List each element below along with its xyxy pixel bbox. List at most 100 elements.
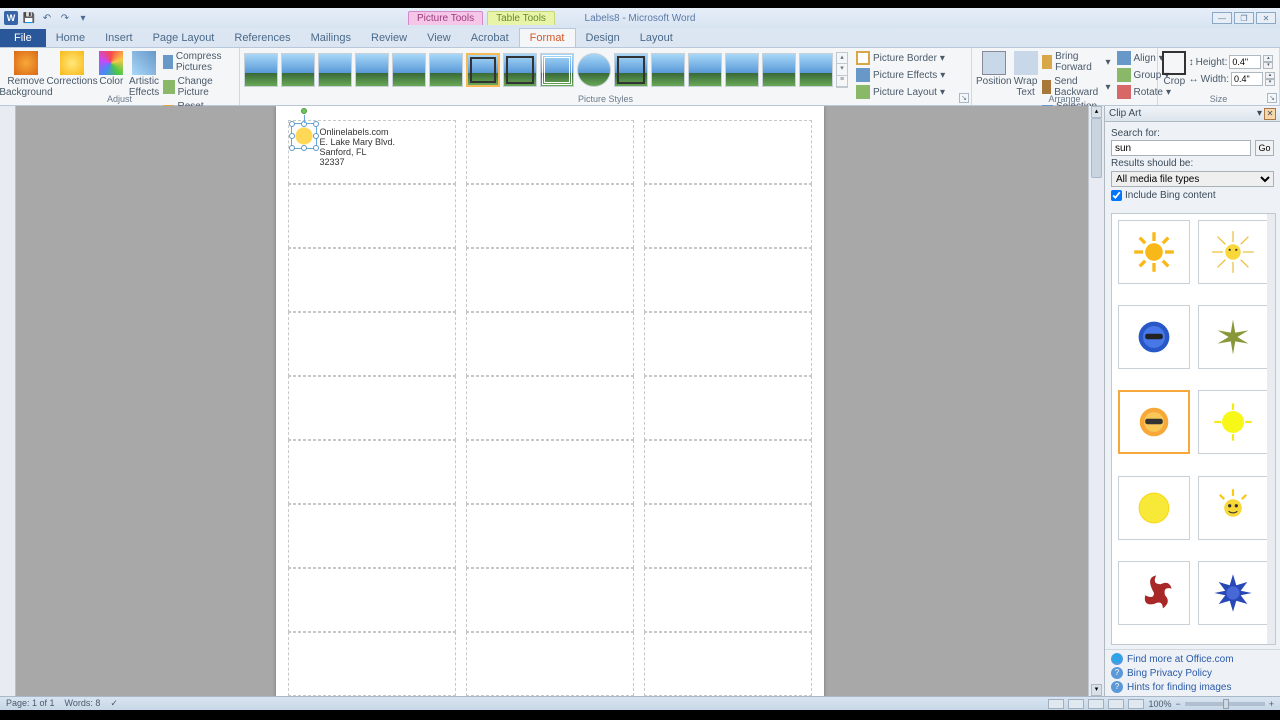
zoom-value[interactable]: 100%	[1148, 699, 1171, 709]
tab-format[interactable]: Format	[519, 28, 576, 47]
find-more-link[interactable]: 🌐Find more at Office.com	[1111, 652, 1274, 666]
label-cell[interactable]	[288, 568, 456, 632]
width-input[interactable]	[1231, 72, 1263, 86]
include-bing-checkbox[interactable]	[1111, 190, 1122, 201]
clipart-result[interactable]	[1198, 220, 1270, 284]
qat-more-icon[interactable]: ▾	[76, 11, 90, 25]
tab-file[interactable]: File	[0, 29, 46, 47]
document-area[interactable]: Onlinelabels.com E. Lake Mary Blvd. Sanf…	[0, 106, 1104, 696]
label-cell[interactable]	[288, 632, 456, 696]
scroll-down-icon[interactable]: ▾	[1091, 684, 1102, 696]
status-words[interactable]: Words: 8	[65, 698, 101, 709]
zoom-in-icon[interactable]: +	[1269, 699, 1274, 709]
corrections-button[interactable]: Corrections	[50, 50, 94, 87]
picture-styles-gallery[interactable]: ▴▾≡	[244, 50, 848, 88]
hints-link[interactable]: ?Hints for finding images	[1111, 680, 1274, 694]
tab-design[interactable]: Design	[576, 29, 630, 47]
go-button[interactable]: Go	[1255, 140, 1274, 156]
status-page[interactable]: Page: 1 of 1	[6, 698, 55, 709]
label-cell[interactable]	[644, 376, 812, 440]
style-item[interactable]	[725, 53, 759, 87]
clipart-result[interactable]	[1198, 390, 1270, 454]
style-item[interactable]	[688, 53, 722, 87]
label-cell[interactable]	[288, 184, 456, 248]
label-cell[interactable]	[466, 184, 634, 248]
style-item[interactable]	[355, 53, 389, 87]
redo-icon[interactable]: ↷	[58, 11, 72, 25]
results-scrollbar[interactable]	[1267, 214, 1275, 644]
size-launcher-icon[interactable]: ↘	[1267, 93, 1277, 103]
label-cell[interactable]	[466, 504, 634, 568]
clipart-result[interactable]	[1198, 305, 1270, 369]
label-cell[interactable]	[644, 312, 812, 376]
view-outline-icon[interactable]	[1108, 699, 1124, 709]
undo-icon[interactable]: ↶	[40, 11, 54, 25]
width-spinner[interactable]: ▴▾	[1265, 72, 1275, 86]
results-filter-select[interactable]: All media file types	[1111, 171, 1274, 187]
label-cell[interactable]	[288, 440, 456, 504]
label-cell[interactable]	[644, 568, 812, 632]
style-item[interactable]	[762, 53, 796, 87]
remove-background-button[interactable]: Remove Background	[4, 50, 48, 98]
label-cell[interactable]	[466, 312, 634, 376]
bring-forward-button[interactable]: Bring Forward▾	[1040, 50, 1113, 74]
label-cell[interactable]	[466, 568, 634, 632]
zoom-slider[interactable]	[1185, 702, 1265, 706]
proofing-icon[interactable]: ✓	[110, 698, 118, 709]
pane-menu-icon[interactable]: ▾	[1257, 108, 1262, 120]
picture-border-button[interactable]: Picture Border▾	[854, 50, 947, 66]
clipart-result[interactable]	[1118, 220, 1190, 284]
style-item[interactable]	[540, 53, 574, 87]
close-button[interactable]: ✕	[1256, 12, 1276, 24]
tab-mailings[interactable]: Mailings	[301, 29, 361, 47]
label-cell[interactable]	[466, 120, 634, 184]
tab-acrobat[interactable]: Acrobat	[461, 29, 519, 47]
label-cell[interactable]	[644, 504, 812, 568]
scroll-thumb[interactable]	[1091, 118, 1102, 178]
label-cell[interactable]	[644, 248, 812, 312]
style-item[interactable]	[466, 53, 500, 87]
clipart-result[interactable]	[1198, 476, 1270, 540]
label-cell[interactable]	[466, 376, 634, 440]
style-item[interactable]	[651, 53, 685, 87]
label-cell[interactable]	[644, 632, 812, 696]
clipart-result[interactable]	[1118, 476, 1190, 540]
label-cell[interactable]	[288, 376, 456, 440]
height-spinner[interactable]: ▴▾	[1263, 55, 1273, 69]
clipart-result[interactable]	[1198, 561, 1270, 625]
scroll-up-icon[interactable]: ▴	[1091, 106, 1102, 118]
label-cell[interactable]	[644, 440, 812, 504]
style-item[interactable]	[614, 53, 648, 87]
minimize-button[interactable]: —	[1212, 12, 1232, 24]
label-cell[interactable]	[288, 504, 456, 568]
pane-close-icon[interactable]: ✕	[1264, 108, 1276, 120]
label-cell[interactable]	[288, 312, 456, 376]
wrap-text-button[interactable]: Wrap Text	[1014, 50, 1038, 98]
bing-privacy-link[interactable]: ?Bing Privacy Policy	[1111, 666, 1274, 680]
clipart-result[interactable]	[1118, 305, 1190, 369]
style-item[interactable]	[429, 53, 463, 87]
restore-button[interactable]: ❐	[1234, 12, 1254, 24]
label-cell[interactable]	[644, 120, 812, 184]
styles-launcher-icon[interactable]: ↘	[959, 93, 969, 103]
tab-layout[interactable]: Layout	[630, 29, 683, 47]
color-button[interactable]: Color	[96, 50, 127, 87]
label-cell[interactable]	[466, 248, 634, 312]
vertical-scrollbar[interactable]: ▴ ▾	[1088, 106, 1104, 696]
label-cell[interactable]	[466, 632, 634, 696]
zoom-out-icon[interactable]: −	[1175, 699, 1180, 709]
style-item[interactable]	[503, 53, 537, 87]
style-item[interactable]	[281, 53, 315, 87]
style-item[interactable]	[577, 53, 611, 87]
style-item[interactable]	[799, 53, 833, 87]
save-icon[interactable]: 💾	[22, 11, 36, 25]
rotate-handle-icon[interactable]	[301, 108, 307, 114]
tab-references[interactable]: References	[224, 29, 300, 47]
tab-page-layout[interactable]: Page Layout	[143, 29, 225, 47]
picture-effects-button[interactable]: Picture Effects▾	[854, 67, 947, 83]
view-draft-icon[interactable]	[1128, 699, 1144, 709]
gallery-scroll[interactable]: ▴▾≡	[836, 52, 848, 88]
artistic-effects-button[interactable]: Artistic Effects	[129, 50, 160, 98]
label-cell[interactable]: Onlinelabels.com E. Lake Mary Blvd. Sanf…	[288, 120, 456, 184]
view-web-icon[interactable]	[1088, 699, 1104, 709]
